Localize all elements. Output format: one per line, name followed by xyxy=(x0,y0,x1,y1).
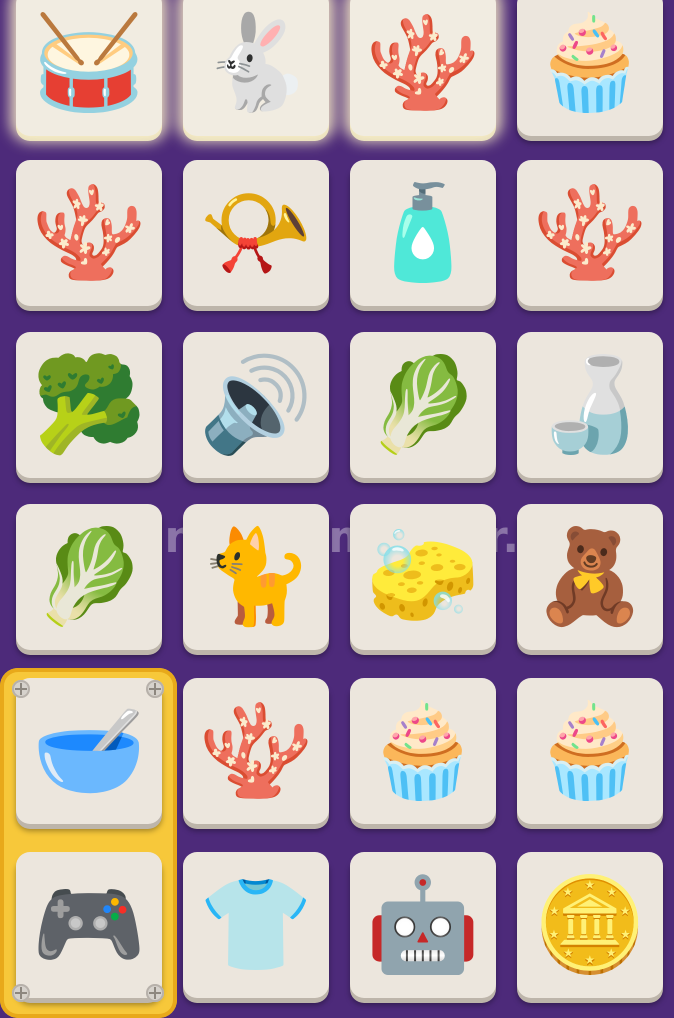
tile-muffin[interactable]: 🧁 xyxy=(350,678,496,824)
game-board: 🥁 🐇 🪸 🧁 🪸 📯 🧴 🪸 🥦 🔊 🥬 🍶 🥬 🐈 🧽 🧸 🥣 🪸 🧁 🧁 🎮 👕 🤖 🪙 xyxy=(0,0,674,1018)
tile-game-controller[interactable]: 🎮 xyxy=(16,852,162,998)
tile-rabbit[interactable]: 🐇 xyxy=(183,0,329,136)
tile-water-bottle[interactable]: 🍶 xyxy=(517,332,663,478)
tile-coral[interactable]: 🪸 xyxy=(517,160,663,306)
sponge-icon: 🧽 xyxy=(365,523,481,630)
coral-icon: 🪸 xyxy=(365,9,481,116)
tile-cabbage[interactable]: 🥬 xyxy=(16,504,162,650)
muffin-icon: 🧁 xyxy=(532,697,648,804)
coral-icon: 🪸 xyxy=(31,179,147,286)
tile-muffin[interactable]: 🧁 xyxy=(517,0,663,136)
tile-lettuce[interactable]: 🥬 xyxy=(350,332,496,478)
tile-muffin[interactable]: 🧁 xyxy=(517,678,663,824)
tile-bear[interactable]: 🧸 xyxy=(517,504,663,650)
muffin-icon: 🧁 xyxy=(532,9,648,116)
lettuce-icon: 🥬 xyxy=(365,351,481,458)
cat-icon: 🐈 xyxy=(198,523,314,630)
tile-sponge[interactable]: 🧽 xyxy=(350,504,496,650)
tile-stacked-bowls[interactable]: 🥣 xyxy=(16,678,162,824)
tile-cat[interactable]: 🐈 xyxy=(183,504,329,650)
tile-cauliflower[interactable]: 🥦 xyxy=(16,332,162,478)
stacked-bowls-icon: 🥣 xyxy=(31,697,147,804)
speaker-icon: 🔊 xyxy=(198,351,314,458)
tile-speaker[interactable]: 🔊 xyxy=(183,332,329,478)
tile-coral[interactable]: 🪸 xyxy=(183,678,329,824)
shirt-icon: 👕 xyxy=(198,871,314,978)
tile-coral[interactable]: 🪸 xyxy=(16,160,162,306)
drum-icon: 🥁 xyxy=(31,9,147,116)
coral-icon: 🪸 xyxy=(198,697,314,804)
tile-whistle[interactable]: 📯 xyxy=(183,160,329,306)
bear-icon: 🧸 xyxy=(532,523,648,630)
tile-coral[interactable]: 🪸 xyxy=(350,0,496,136)
rabbit-icon: 🐇 xyxy=(198,9,314,116)
muffin-icon: 🧁 xyxy=(365,697,481,804)
cauliflower-icon: 🥦 xyxy=(31,351,147,458)
cabbage-icon: 🥬 xyxy=(31,523,147,630)
water-bottle-icon: 🍶 xyxy=(532,351,648,458)
tile-toothpaste-tube[interactable]: 🧴 xyxy=(350,160,496,306)
tile-robot[interactable]: 🤖 xyxy=(350,852,496,998)
whistle-icon: 📯 xyxy=(198,179,314,286)
game-controller-icon: 🎮 xyxy=(31,871,147,978)
tile-coin-stack[interactable]: 🪙 xyxy=(517,852,663,998)
tile-drum[interactable]: 🥁 xyxy=(16,0,162,136)
toothpaste-tube-icon: 🧴 xyxy=(365,179,481,286)
coral-icon: 🪸 xyxy=(532,179,648,286)
coin-stack-icon: 🪙 xyxy=(532,871,648,978)
robot-icon: 🤖 xyxy=(365,871,481,978)
tile-shirt[interactable]: 👕 xyxy=(183,852,329,998)
